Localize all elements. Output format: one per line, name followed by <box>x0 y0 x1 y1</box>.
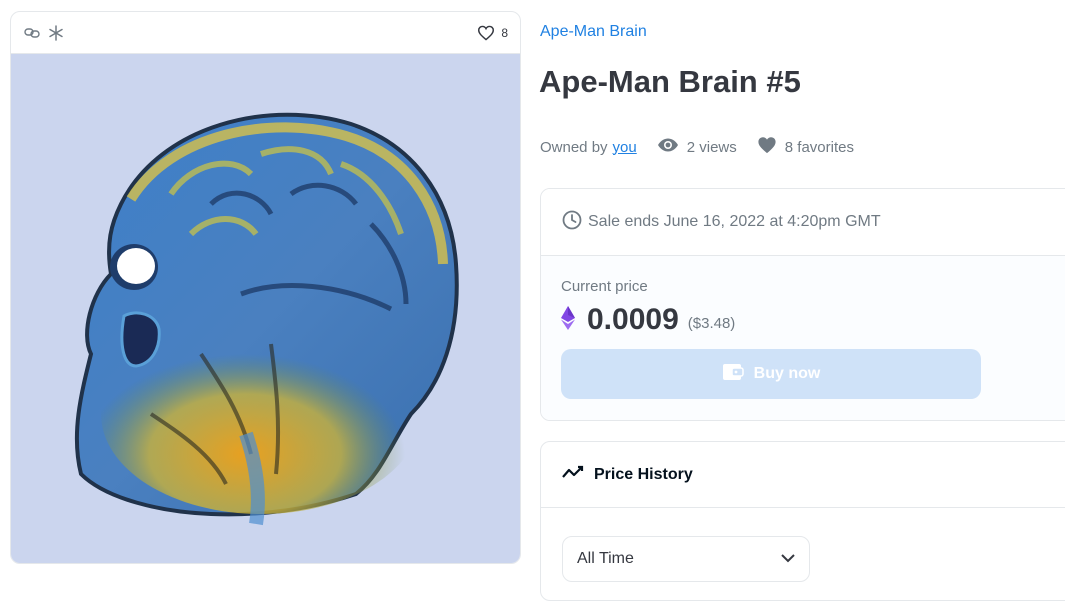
time-range-select[interactable]: All Time <box>562 536 810 582</box>
heart-filled-icon <box>757 136 777 158</box>
price-history-title: Price History <box>594 465 693 483</box>
buy-now-button[interactable]: Buy now <box>561 349 981 399</box>
price-history-header[interactable]: Price History <box>541 442 1065 508</box>
views-count: 2 views <box>686 138 737 156</box>
nft-artwork <box>11 54 520 563</box>
price-usd: ($3.48) <box>687 315 736 332</box>
snowflake-icon <box>47 24 65 42</box>
sale-end-row: Sale ends June 16, 2022 at 4:20pm GMT <box>541 189 1065 256</box>
wallet-icon <box>722 363 744 386</box>
current-price-label: Current price <box>561 278 648 295</box>
favorite-count: 8 <box>501 25 508 40</box>
heart-outline-icon[interactable] <box>477 24 495 42</box>
price-value: 0.0009 <box>587 303 679 336</box>
favorites-stat: 8 favorites <box>757 136 854 158</box>
card-toolbar: 8 <box>11 12 520 54</box>
sale-panel: Sale ends June 16, 2022 at 4:20pm GMT Cu… <box>540 188 1065 421</box>
item-meta-row: Owned by you 2 views 8 favorites <box>540 136 854 158</box>
collection-link[interactable]: Ape-Man Brain <box>540 23 647 41</box>
buy-now-label: Buy now <box>753 365 821 382</box>
price-section: Current price 0.0009 ($3.48) Buy now <box>541 256 1065 420</box>
ethereum-icon <box>561 305 575 335</box>
owner-link[interactable]: you <box>613 139 637 156</box>
nft-image-card: 8 <box>10 11 521 564</box>
item-title: Ape-Man Brain #5 <box>539 64 801 99</box>
trending-line-icon <box>562 465 584 484</box>
chevron-down-icon <box>781 550 795 568</box>
price-row: 0.0009 ($3.48) <box>561 303 1059 337</box>
views-stat: 2 views <box>657 138 737 156</box>
owned-by-label: Owned by <box>540 138 608 156</box>
time-range-value: All Time <box>577 550 634 567</box>
chain-link-icon <box>23 24 41 42</box>
eye-icon <box>657 138 679 156</box>
clock-icon <box>562 210 582 235</box>
sale-end-text: Sale ends June 16, 2022 at 4:20pm GMT <box>588 213 881 230</box>
favorites-count: 8 favorites <box>784 138 854 156</box>
brain-scan-artwork <box>74 112 459 526</box>
price-history-panel: Price History All Time <box>540 441 1065 601</box>
